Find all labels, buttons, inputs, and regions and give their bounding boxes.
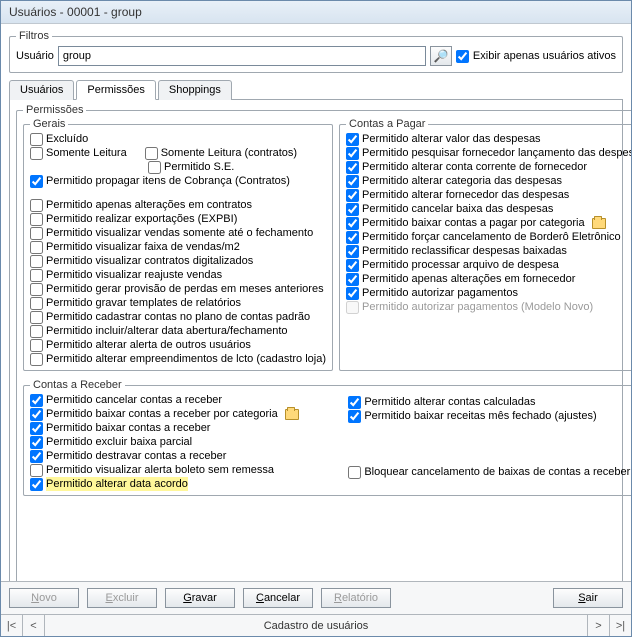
status-bar: |< < Cadastro de usuários > >| <box>1 614 631 636</box>
chk-baixar-receitas-mes[interactable]: Permitido baixar receitas mês fechado (a… <box>348 409 631 423</box>
chk-alterar-data-acordo[interactable]: Permitido alterar data acordo <box>30 477 342 491</box>
tab-permissoes[interactable]: Permissões <box>76 80 155 100</box>
filtros-legend: Filtros <box>16 30 52 42</box>
chk-alterar-categoria-despesas[interactable]: Permitido alterar categoria das despesas <box>346 174 631 188</box>
chk-faixa-vendas[interactable]: Permitido visualizar faixa de vendas/m2 <box>30 240 326 254</box>
pagar-legend: Contas a Pagar <box>346 118 428 130</box>
pagar-group: Contas a Pagar Permitido alterar valor d… <box>339 118 631 371</box>
chk-alterar-fornecedor-despesas[interactable]: Permitido alterar fornecedor das despesa… <box>346 188 631 202</box>
tab-usuarios[interactable]: Usuários <box>9 80 74 100</box>
chk-cadastrar-contas-plano[interactable]: Permitido cadastrar contas no plano de c… <box>30 310 326 324</box>
folder-icon <box>285 409 299 420</box>
exibir-ativos-checkbox[interactable]: Exibir apenas usuários ativos <box>456 50 616 63</box>
gravar-button[interactable]: Gravar <box>165 588 235 608</box>
chk-baixar-receber-categoria[interactable]: Permitido baixar contas a receber por ca… <box>30 407 342 421</box>
chk-alterar-valor-despesas[interactable]: Permitido alterar valor das despesas <box>346 132 631 146</box>
gerais-legend: Gerais <box>30 118 68 130</box>
chk-reajuste-vendas[interactable]: Permitido visualizar reajuste vendas <box>30 268 326 282</box>
chk-incluir-alterar-data[interactable]: Permitido incluir/alterar data abertura/… <box>30 324 326 338</box>
chk-forcar-cancel-bordero[interactable]: Permitido forçar cancelamento de Borderô… <box>346 230 631 244</box>
cancelar-button[interactable]: Cancelar <box>243 588 313 608</box>
receber-group: Contas a Receber Permitido cancelar cont… <box>23 379 631 496</box>
nav-prev-button[interactable]: < <box>23 615 45 636</box>
binoculars-icon: 🔎 <box>433 49 448 63</box>
sair-button[interactable]: Sair <box>553 588 623 608</box>
chk-alterar-alerta[interactable]: Permitido alterar alerta de outros usuár… <box>30 338 326 352</box>
tab-shoppings[interactable]: Shoppings <box>158 80 232 100</box>
relatorio-button[interactable]: Relatório <box>321 588 391 608</box>
chk-cancelar-baixa-despesas[interactable]: Permitido cancelar baixa das despesas <box>346 202 631 216</box>
usuario-label: Usuário <box>16 50 54 62</box>
chk-vendas-fechamento[interactable]: Permitido visualizar vendas somente até … <box>30 226 326 240</box>
chk-reclassificar-despesas[interactable]: Permitido reclassificar despesas baixada… <box>346 244 631 258</box>
folder-icon <box>592 218 606 229</box>
nav-next-button[interactable]: > <box>587 615 609 636</box>
chk-alerta-boleto[interactable]: Permitido visualizar alerta boleto sem r… <box>30 463 342 477</box>
chk-baixar-receber[interactable]: Permitido baixar contas a receber <box>30 421 342 435</box>
nav-first-button[interactable]: |< <box>1 615 23 636</box>
chk-cancelar-receber[interactable]: Permitido cancelar contas a receber <box>30 393 342 407</box>
novo-button[interactable]: NNovoovo <box>9 588 79 608</box>
chk-pesquisar-fornecedor[interactable]: Permitido pesquisar fornecedor lançament… <box>346 146 631 160</box>
nav-last-button[interactable]: >| <box>609 615 631 636</box>
chk-alterar-conta-corrente[interactable]: Permitido alterar conta corrente de forn… <box>346 160 631 174</box>
chk-alt-contratos[interactable]: Permitido apenas alterações em contratos <box>30 198 326 212</box>
excluir-button[interactable]: Excluir <box>87 588 157 608</box>
tab-strip: Usuários Permissões Shoppings <box>9 79 623 100</box>
chk-propagar-cobranca[interactable]: Permitido propagar itens de Cobrança (Co… <box>30 174 326 188</box>
chk-processar-arquivo[interactable]: Permitido processar arquivo de despesa <box>346 258 631 272</box>
chk-alterar-calculadas[interactable]: Permitido alterar contas calculadas <box>348 395 631 409</box>
gerais-group: Gerais Excluído Somente Leitura Somente … <box>23 118 333 371</box>
chk-destravar-receber[interactable]: Permitido destravar contas a receber <box>30 449 342 463</box>
filtros-group: Filtros Usuário 🔎 Exibir apenas usuários… <box>9 30 623 73</box>
chk-excluido[interactable]: Excluído <box>30 132 88 146</box>
permissoes-legend: Permissões <box>23 104 86 116</box>
chk-autorizar-pag-novo: Permitido autorizar pagamentos (Modelo N… <box>346 300 631 314</box>
chk-bloquear-cancel-baixas[interactable]: Bloquear cancelamento de baixas de conta… <box>348 465 631 479</box>
chk-somente-leitura[interactable]: Somente Leitura <box>30 146 127 160</box>
status-text: Cadastro de usuários <box>45 615 587 636</box>
chk-autorizar-pag[interactable]: Permitido autorizar pagamentos <box>346 286 631 300</box>
chk-contratos-dig[interactable]: Permitido visualizar contratos digitaliz… <box>30 254 326 268</box>
receber-legend: Contas a Receber <box>30 379 125 391</box>
window-title: Usuários - 00001 - group <box>1 1 631 24</box>
chk-gravar-templates[interactable]: Permitido gravar templates de relatórios <box>30 296 326 310</box>
chk-permitido-se[interactable]: Permitido S.E. <box>148 160 326 174</box>
permissoes-group: Permissões Gerais Excluído Somente Leitu… <box>16 104 631 581</box>
chk-exportacoes[interactable]: Permitido realizar exportações (EXPBI) <box>30 212 326 226</box>
chk-baixar-contas-categoria[interactable]: Permitido baixar contas a pagar por cate… <box>346 216 631 230</box>
search-button[interactable]: 🔎 <box>430 46 452 66</box>
button-bar: NNovoovo Excluir Gravar Cancelar Relatór… <box>1 581 631 614</box>
chk-somente-leitura-contratos[interactable]: Somente Leitura (contratos) <box>145 146 297 160</box>
chk-alt-fornecedor[interactable]: Permitido apenas alterações em fornecedo… <box>346 272 631 286</box>
chk-gerar-provisao[interactable]: Permitido gerar provisão de perdas em me… <box>30 282 326 296</box>
chk-alterar-empreend[interactable]: Permitido alterar empreendimentos de lct… <box>30 352 326 366</box>
usuario-input[interactable] <box>58 46 426 66</box>
chk-excluir-baixa-parcial[interactable]: Permitido excluir baixa parcial <box>30 435 342 449</box>
